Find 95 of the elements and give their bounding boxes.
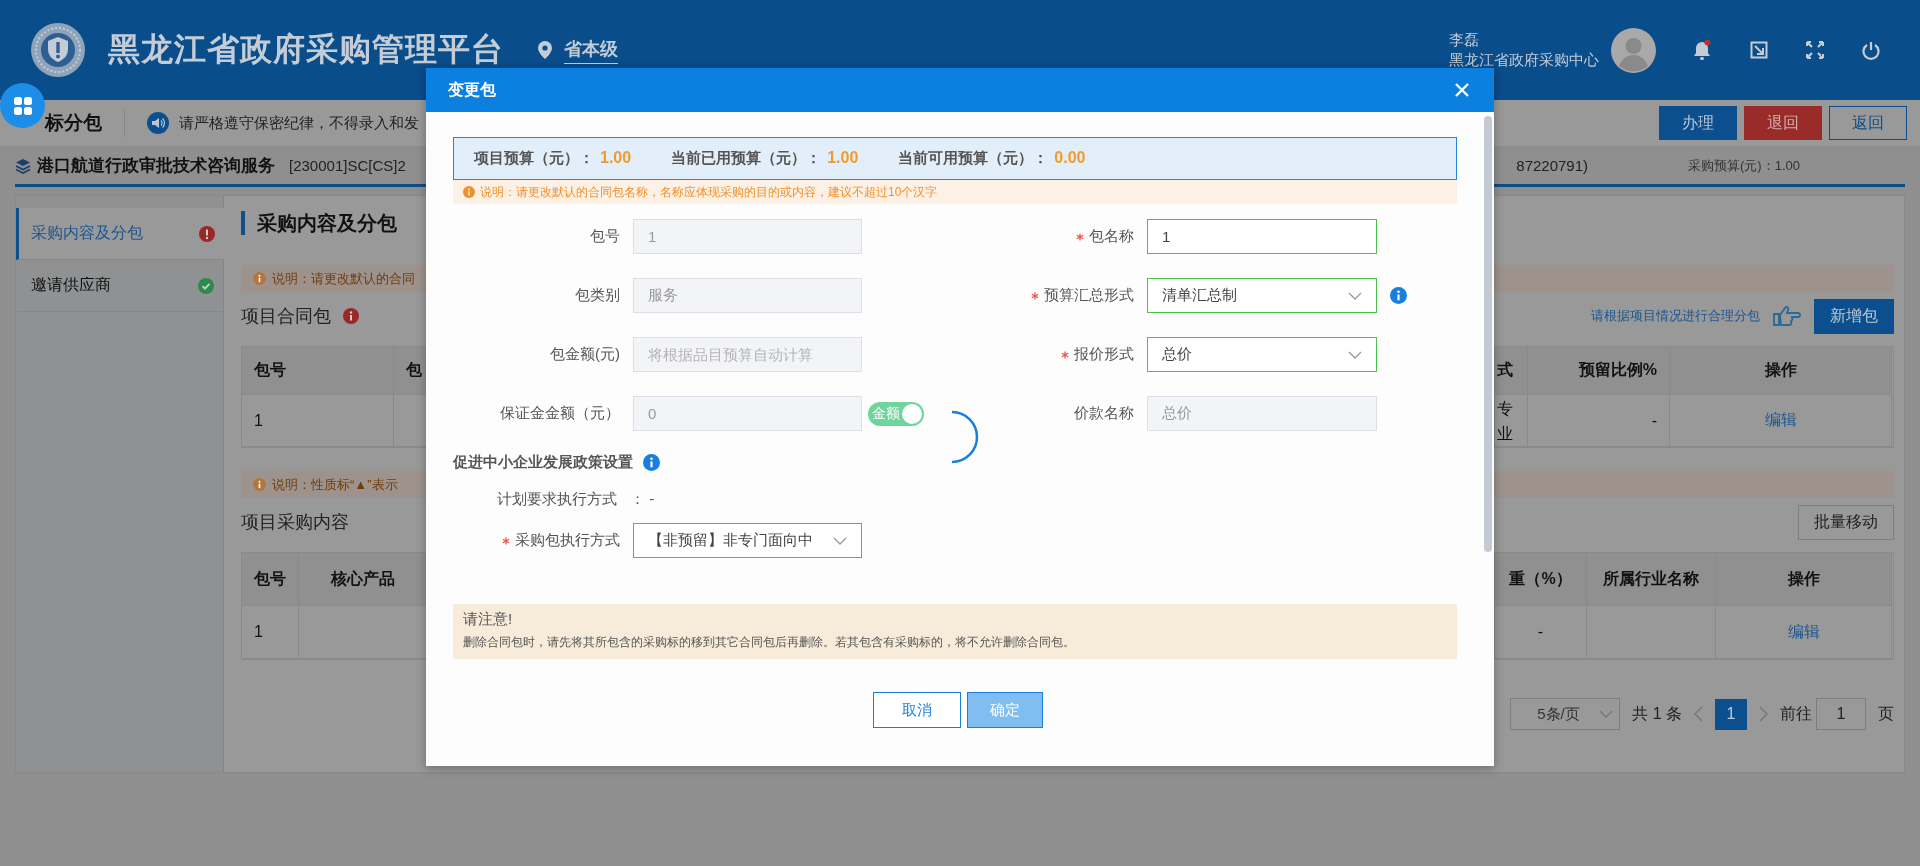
attention-title: 请注意! bbox=[463, 610, 514, 629]
column-header: 包号 bbox=[242, 347, 394, 395]
contact-text: 87220791) bbox=[1516, 157, 1589, 174]
column-header: 核心产品 bbox=[299, 553, 427, 606]
field-label: 包名称 bbox=[1089, 227, 1134, 246]
select-field[interactable]: 清单汇总制 bbox=[1147, 278, 1377, 313]
column-header: 所属行业名称 bbox=[1587, 553, 1716, 606]
field-label: 包类别 bbox=[575, 286, 620, 305]
platform-title: 黑龙江省政府采购管理平台 bbox=[108, 30, 504, 69]
notice-text: 说明：请更改默认的合同包名称，名称应体现采购的目的或内容，建议不超过10个汉字 bbox=[480, 183, 938, 201]
table-cell: 1 bbox=[242, 395, 394, 447]
column-header: 操作 bbox=[1670, 347, 1892, 395]
edit-link[interactable]: 编辑 bbox=[1764, 410, 1797, 431]
field-label: 包金额(元) bbox=[550, 345, 620, 364]
field-label: 报价形式 bbox=[1074, 345, 1134, 364]
info-icon bbox=[343, 308, 359, 324]
layers-icon bbox=[15, 157, 31, 174]
notice-text: 说明：请更改默认的合同 bbox=[272, 269, 415, 288]
field-label: 保证金金额（元） bbox=[500, 404, 620, 423]
sidebar-item[interactable]: 邀请供应商 bbox=[16, 260, 223, 312]
table-cell: 专业 bbox=[1495, 395, 1528, 447]
power-icon[interactable] bbox=[1862, 40, 1880, 60]
field-label: 计划要求执行方式 bbox=[497, 490, 617, 509]
select-field[interactable]: 总价 bbox=[1147, 337, 1377, 372]
close-icon[interactable] bbox=[1454, 82, 1470, 98]
add-package-button[interactable]: 新增包 bbox=[1814, 298, 1894, 334]
column-header: 重（%） bbox=[1495, 553, 1587, 606]
field-label: 价款名称 bbox=[1074, 404, 1134, 423]
input-field[interactable]: 1 bbox=[1147, 219, 1377, 254]
section-title: 项目合同包 bbox=[241, 305, 331, 328]
back-button[interactable]: 返回 bbox=[1829, 106, 1907, 140]
page-input[interactable]: 1 bbox=[1816, 698, 1866, 730]
sidebar-item[interactable]: 采购内容及分包 bbox=[16, 208, 224, 260]
budget-value: 1.00 bbox=[827, 149, 859, 166]
project-name: 港口航道行政审批技术咨询服务 bbox=[37, 155, 275, 177]
field-label: 预算汇总形式 bbox=[1044, 286, 1134, 305]
handle-button[interactable]: 办理 bbox=[1659, 106, 1737, 140]
column-header: 包 bbox=[394, 347, 427, 395]
reject-button[interactable]: 退回 bbox=[1744, 106, 1822, 140]
budget-label: 项目预算（元）： bbox=[474, 149, 594, 166]
user-name: 李磊 bbox=[1449, 30, 1480, 50]
column-header: 操作 bbox=[1716, 553, 1892, 606]
grid-icon bbox=[13, 96, 32, 115]
fullscreen-icon[interactable] bbox=[1806, 41, 1824, 59]
field-label: 包号 bbox=[590, 227, 620, 246]
edit-link[interactable]: 编辑 bbox=[1787, 621, 1820, 643]
logo-icon bbox=[30, 22, 86, 78]
bell-icon[interactable] bbox=[1692, 39, 1712, 61]
info-icon bbox=[253, 478, 266, 491]
table-cell: - bbox=[1528, 395, 1670, 447]
section-title: 促进中小企业发展政策设置 bbox=[453, 453, 633, 472]
info-icon bbox=[253, 272, 266, 285]
page-size-select[interactable]: 5条/页 bbox=[1510, 698, 1621, 730]
window-icon[interactable] bbox=[1750, 41, 1768, 59]
chevron-down-icon bbox=[833, 536, 847, 545]
location-pin-icon bbox=[538, 41, 552, 59]
speaker-icon bbox=[147, 112, 169, 134]
chevron-down-icon bbox=[1348, 350, 1362, 359]
field-value: ： - bbox=[630, 490, 655, 509]
budget-text: 采购预算(元)：1.00 bbox=[1688, 156, 1800, 175]
info-icon bbox=[463, 186, 475, 198]
pointing-hand-icon bbox=[1772, 305, 1802, 327]
column-header: 式 bbox=[1495, 347, 1528, 395]
budget-label: 当前已用预算（元）： bbox=[671, 149, 822, 166]
chevron-down-icon bbox=[1348, 291, 1362, 300]
info-icon bbox=[643, 454, 660, 471]
hint-link[interactable]: 请根据项目情况进行合理分包 bbox=[1591, 307, 1760, 325]
budget-value: 0.00 bbox=[1054, 149, 1086, 166]
project-code: [230001]SC[CS]2 bbox=[289, 157, 406, 174]
avatar-icon[interactable] bbox=[1611, 27, 1656, 73]
cancel-button[interactable]: 取消 bbox=[873, 692, 961, 728]
chevron-down-icon bbox=[1599, 710, 1614, 718]
column-header: 预留比例% bbox=[1528, 347, 1670, 395]
batch-move-button[interactable]: 批量移动 bbox=[1798, 504, 1894, 540]
budget-label: 当前可用预算（元）： bbox=[898, 149, 1049, 166]
goto-label: 前往 bbox=[1780, 703, 1812, 724]
field-label: 采购包执行方式 bbox=[515, 531, 620, 550]
total-count: 共 1 条 bbox=[1632, 703, 1682, 724]
budget-value: 1.00 bbox=[600, 149, 632, 166]
section-title: 项目采购内容 bbox=[241, 511, 349, 534]
select-field[interactable]: 【非预留】非专门面向中 bbox=[633, 523, 862, 558]
table-cell: 1 bbox=[242, 606, 299, 659]
page-number[interactable]: 1 bbox=[1715, 698, 1747, 730]
column-header: 包号 bbox=[242, 553, 299, 606]
notice-text: 请严格遵守保密纪律，不得录入和发 bbox=[179, 113, 419, 133]
section-heading: 采购内容及分包 bbox=[257, 210, 397, 236]
table-cell: - bbox=[1495, 606, 1587, 659]
notice-text: 说明：性质标“▲”表示 bbox=[272, 475, 398, 494]
attention-text: 删除合同包时，请先将其所包含的采购标的移到其它合同包后再删除。若其包含有采购标的，将不允许删除合同包。 bbox=[463, 634, 1076, 651]
page-unit: 页 bbox=[1878, 703, 1894, 724]
page-title: 标分包 bbox=[45, 111, 102, 135]
scrollbar[interactable] bbox=[1484, 116, 1492, 552]
region-link[interactable]: 省本级 bbox=[564, 36, 618, 64]
dialog-title: 变更包 bbox=[448, 79, 496, 100]
organization-name: 黑龙江省政府采购中心 bbox=[1449, 50, 1599, 70]
